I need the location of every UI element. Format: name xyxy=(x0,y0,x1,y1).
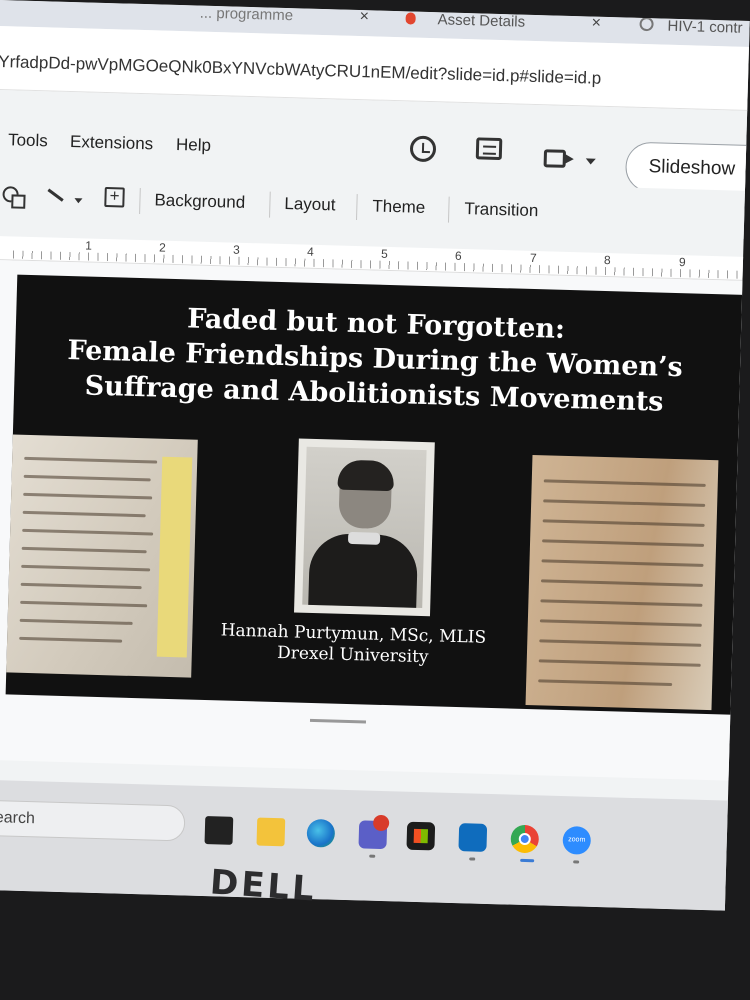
handwriting-line xyxy=(539,619,702,627)
store-logo xyxy=(413,828,429,844)
handwriting-line xyxy=(539,639,702,647)
handwriting-line xyxy=(543,479,706,487)
portrait-photo[interactable] xyxy=(294,438,435,617)
laptop-screen: ... programme × Asset Details × HIV-1 co… xyxy=(0,0,750,911)
ruler-number: 4 xyxy=(306,244,314,259)
url-text[interactable]: YrfadpDd-pwVpMGOeQNk0BxYNVcbWAtyCRU1nEM/… xyxy=(0,52,601,89)
handwriting-line xyxy=(543,499,706,507)
running-indicator xyxy=(469,857,476,861)
ruler-number: 1 xyxy=(84,238,93,253)
shape-icon[interactable] xyxy=(2,186,19,203)
handwriting-line xyxy=(540,599,703,607)
handwriting-line xyxy=(538,659,701,667)
ruler-number: 6 xyxy=(454,248,462,263)
handwriting-line xyxy=(19,636,123,643)
zoom-icon[interactable]: zoom xyxy=(562,826,592,855)
edge-icon[interactable] xyxy=(306,818,336,848)
tab-label: ... programme xyxy=(199,4,294,24)
handwriting-line xyxy=(20,600,148,608)
line-icon[interactable] xyxy=(47,188,64,202)
close-icon[interactable]: × xyxy=(359,8,369,26)
ruler-number: 5 xyxy=(380,246,388,261)
active-indicator xyxy=(520,858,535,863)
handwriting-line xyxy=(542,519,705,527)
handwriting-line xyxy=(541,559,704,567)
handwriting-line xyxy=(542,539,705,547)
tab-favicon-icon xyxy=(405,12,416,25)
legal-pad xyxy=(156,456,193,658)
ruler-number: 3 xyxy=(232,242,241,257)
handwriting-line xyxy=(24,456,158,464)
handwriting-line xyxy=(540,579,703,587)
tab-favicon-icon xyxy=(639,16,654,32)
handwriting-line xyxy=(538,679,673,687)
slide-title[interactable]: Faded but not Forgotten: Female Friendsh… xyxy=(14,297,737,422)
portrait-collar xyxy=(347,531,381,545)
menu-tools[interactable]: Tools xyxy=(8,130,48,151)
chevron-down-icon[interactable] xyxy=(585,158,596,165)
toolbar-divider xyxy=(355,194,358,221)
photo-stage: ... programme × Asset Details × HIV-1 co… xyxy=(0,0,750,1000)
presenter-block[interactable]: Hannah Purtymun, MSc, MLIS Drexel Univer… xyxy=(203,620,504,670)
menu-help[interactable]: Help xyxy=(176,135,211,156)
comments-icon[interactable] xyxy=(475,137,503,161)
running-indicator xyxy=(573,860,580,864)
handwriting-line xyxy=(20,582,142,590)
toolbar-divider xyxy=(447,196,450,223)
taskbar-search-box[interactable]: Search xyxy=(0,799,186,842)
theme-button[interactable]: Theme xyxy=(372,196,425,217)
windows-taskbar: Search zoom xyxy=(0,779,750,911)
handwriting-line xyxy=(21,546,147,554)
outlook-icon[interactable] xyxy=(458,823,488,852)
background-button[interactable]: Background xyxy=(154,190,245,213)
browser-tab-hiv[interactable]: HIV-1 contr xyxy=(635,12,750,42)
layout-button[interactable]: Layout xyxy=(284,194,336,215)
tab-label: HIV-1 contr xyxy=(667,17,743,37)
tab-label: Asset Details xyxy=(437,10,526,31)
search-placeholder: Search xyxy=(0,808,36,828)
browser-tab-asset-details[interactable]: Asset Details × xyxy=(399,5,620,37)
menu-extensions[interactable]: Extensions xyxy=(70,132,154,154)
slide[interactable]: Faded but not Forgotten: Female Friendsh… xyxy=(5,274,750,716)
speaker-notes-resize-handle[interactable] xyxy=(309,718,367,724)
handwritten-letter-image-right[interactable] xyxy=(525,455,719,711)
handwritten-letter-image-left[interactable] xyxy=(6,434,198,678)
dell-logo: DELL xyxy=(208,862,319,910)
version-history-icon[interactable] xyxy=(409,135,437,163)
handwriting-line xyxy=(23,492,153,500)
handwriting-line xyxy=(19,618,133,625)
task-view-icon[interactable] xyxy=(204,816,234,845)
file-explorer-icon[interactable] xyxy=(256,817,286,847)
handwriting-line xyxy=(22,528,154,536)
slide-canvas: Faded but not Forgotten: Female Friendsh… xyxy=(0,259,750,783)
ruler-number: 7 xyxy=(529,250,537,266)
ruler-number: 8 xyxy=(603,252,611,268)
handwriting-line xyxy=(22,510,146,518)
browser-tab-1[interactable]: ... programme × xyxy=(179,0,380,31)
toolbar-divider xyxy=(139,187,141,214)
running-indicator xyxy=(369,854,376,858)
chevron-down-icon[interactable] xyxy=(74,198,83,204)
handwriting-line xyxy=(21,564,151,572)
ruler-number: 9 xyxy=(678,255,686,270)
handwriting-line xyxy=(23,474,151,482)
new-slide-icon[interactable]: + xyxy=(104,186,125,208)
close-icon[interactable]: × xyxy=(591,15,601,33)
toolbar-divider xyxy=(269,191,271,218)
transition-button[interactable]: Transition xyxy=(464,199,539,221)
meet-camera-icon[interactable] xyxy=(543,149,567,168)
ruler-number: 2 xyxy=(158,240,167,255)
